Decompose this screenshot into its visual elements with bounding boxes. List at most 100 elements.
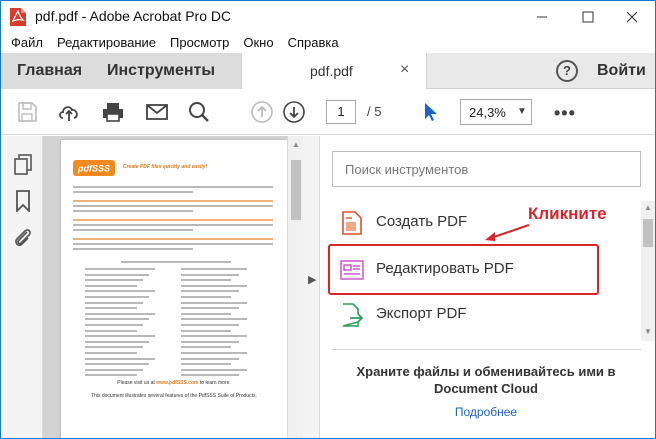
pdf-text-line: [181, 296, 231, 298]
pdf-caption: Please visit us at www.pdfSSS.com to lea…: [61, 380, 287, 386]
menu-bar: Файл Редактирование Просмотр Окно Справк…: [1, 32, 655, 53]
tab-tools[interactable]: Инструменты: [107, 62, 215, 80]
select-cursor-icon[interactable]: [419, 100, 443, 124]
more-tools-button[interactable]: •••: [554, 103, 576, 124]
pdf-text-line: [181, 268, 247, 270]
pdf-caption-suffix: to learn more.: [199, 380, 231, 386]
pdf-text-line: [73, 224, 273, 226]
print-icon[interactable]: [101, 100, 125, 124]
document-scrollbar[interactable]: ▲: [287, 136, 303, 438]
zoom-select[interactable]: 24,3% ▼: [460, 99, 532, 125]
pdf-text-line: [85, 318, 149, 321]
pdf-text-line: [181, 324, 239, 326]
acrobat-app-icon: [9, 7, 27, 27]
pdf-page: pdfSSS Create PDF files quickly and easi…: [61, 140, 287, 438]
pdf-text-line: [181, 374, 239, 377]
close-window-button[interactable]: [609, 1, 655, 32]
close-tab-icon[interactable]: ×: [400, 61, 409, 79]
collapse-panel-icon[interactable]: ▶: [308, 273, 316, 286]
help-icon[interactable]: ?: [556, 60, 578, 82]
zoom-value: 24,3%: [469, 105, 506, 120]
create-pdf-icon: [340, 210, 364, 236]
pdf-text-line: [85, 307, 137, 310]
pdf-text-line: [85, 340, 149, 343]
pdf-tagline: Create PDF files quickly and easily!: [123, 164, 208, 170]
cloud-upload-icon[interactable]: [57, 100, 81, 124]
panel-collapse-handle[interactable]: [303, 136, 319, 438]
annotation-click-label: Кликните: [528, 204, 607, 223]
pdf-text-line: [85, 296, 149, 298]
pdf-text-line: [181, 346, 231, 349]
pdf-text-line: [85, 329, 137, 332]
pdf-text-line: [181, 273, 239, 276]
bookmark-icon[interactable]: [13, 190, 33, 214]
pdf-text-line: [121, 261, 231, 263]
pdf-caption-prefix: Please visit us at: [117, 380, 155, 386]
document-cloud-promo: Храните файлы и обменивайтесь ими в Docu…: [356, 364, 616, 396]
pdf-text-line: [181, 329, 231, 332]
pdf-text-line: [73, 191, 193, 193]
acrobat-window: pdf.pdf - Adobe Acrobat Pro DC Файл Реда…: [0, 0, 656, 439]
scrollbar-thumb[interactable]: [291, 160, 301, 220]
pdf-text-line: [85, 301, 143, 304]
page-number-input[interactable]: 1: [326, 100, 356, 124]
highlight-annotation-box: [328, 244, 599, 295]
pdf-text-line: [73, 200, 273, 202]
attachment-icon[interactable]: [13, 226, 33, 248]
pdf-text-line: [181, 352, 247, 354]
menu-edit[interactable]: Редактирование: [57, 35, 156, 50]
pdf-text-line: [85, 324, 143, 326]
signin-button[interactable]: Войти: [597, 62, 646, 80]
tab-document[interactable]: pdf.pdf ×: [241, 53, 427, 89]
previous-page-icon[interactable]: [250, 100, 274, 124]
tools-scrollbar[interactable]: ▲ ▼: [641, 201, 655, 341]
save-icon[interactable]: [15, 100, 39, 124]
pdf-text-line: [73, 248, 193, 250]
learn-more-link[interactable]: Подробнее: [341, 405, 631, 419]
pdf-text-line: [85, 335, 155, 338]
pdf-text-line: [181, 340, 239, 343]
pdf-text-line: [181, 368, 247, 371]
menu-view[interactable]: Просмотр: [170, 35, 229, 50]
email-icon[interactable]: [145, 100, 169, 124]
pdf-text-line: [85, 374, 137, 377]
scroll-up-arrow-icon[interactable]: ▲: [292, 140, 300, 149]
maximize-button[interactable]: [565, 1, 611, 32]
next-page-icon[interactable]: [282, 100, 306, 124]
pdf-footer: This document illustrates several featur…: [91, 393, 257, 399]
export-pdf-icon: [340, 302, 364, 328]
pdf-text-line: [73, 238, 273, 240]
tab-home[interactable]: Главная: [17, 62, 82, 80]
document-view[interactable]: pdfSSS Create PDF files quickly and easi…: [43, 136, 303, 438]
pdf-text-line: [73, 205, 273, 207]
tool-export-pdf[interactable]: Экспорт PDF: [332, 294, 632, 334]
pdf-text-line: [85, 279, 143, 282]
pdf-logo-image: pdfSSS: [73, 160, 115, 176]
svg-text:pdfSSS: pdfSSS: [77, 164, 110, 174]
pdf-text-line: [73, 243, 273, 245]
pdf-text-line: [73, 219, 273, 221]
pdf-text-line: [181, 357, 239, 360]
tool-create-pdf-label: Создать PDF: [376, 213, 468, 230]
pdf-caption-link[interactable]: www.pdfSSS.com: [156, 380, 198, 386]
pdf-text-line: [85, 290, 155, 293]
scroll-down-arrow-icon[interactable]: ▼: [644, 327, 652, 336]
menu-window[interactable]: Окно: [243, 35, 273, 50]
pdf-text-line: [85, 363, 149, 366]
pdf-text-line: [73, 210, 193, 212]
menu-file[interactable]: Файл: [11, 35, 43, 50]
pdf-text-line: [181, 318, 247, 321]
tool-search-input[interactable]: Поиск инструментов: [332, 151, 641, 187]
menu-help[interactable]: Справка: [288, 35, 339, 50]
page-thumbnails-icon[interactable]: [13, 154, 33, 176]
pdf-text-line: [85, 273, 149, 276]
pdf-text-line: [85, 357, 155, 360]
tool-export-pdf-label: Экспорт PDF: [376, 305, 467, 322]
search-icon[interactable]: [187, 100, 211, 124]
page-total: / 5: [367, 104, 382, 119]
left-navigation-rail: [1, 136, 43, 438]
minimize-button[interactable]: [519, 1, 565, 32]
scroll-up-arrow-icon[interactable]: ▲: [644, 203, 652, 212]
tools-scrollbar-thumb[interactable]: [643, 219, 653, 247]
pdf-text-line: [73, 229, 193, 231]
